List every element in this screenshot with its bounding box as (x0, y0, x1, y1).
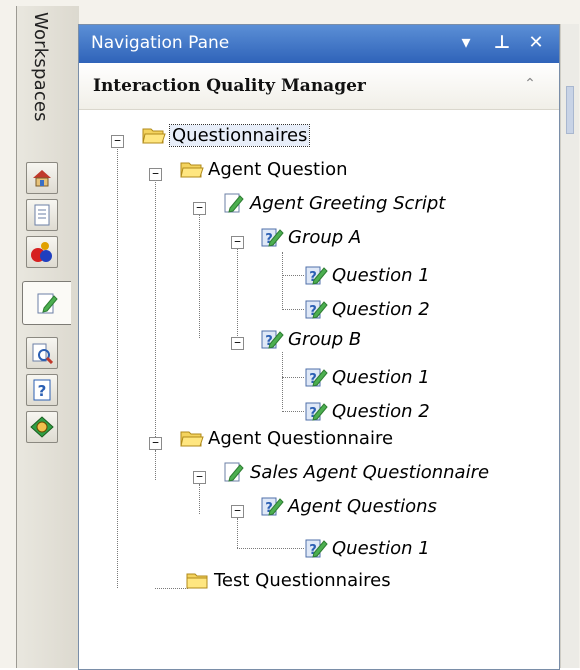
tree-line (155, 588, 188, 589)
tree-line (199, 484, 200, 514)
tree-node-question[interactable]: ? Question 2 (304, 295, 430, 323)
tree-node-folder[interactable]: Agent Question (180, 155, 348, 183)
question-icon: ? (305, 402, 328, 421)
tree-node-questionnaires[interactable]: Questionnaires (142, 121, 311, 149)
expand-collapse-toggle[interactable]: − (149, 437, 162, 450)
tree-node-label: Agent Greeting Script (250, 192, 446, 214)
question-group-icon: ? (261, 497, 284, 516)
tree-node-question[interactable]: ? Question 1 (304, 261, 430, 289)
folder-open-icon (180, 162, 204, 178)
expand-collapse-toggle[interactable]: − (193, 471, 206, 484)
tree-line (282, 275, 304, 276)
tree-line (282, 309, 304, 310)
tree-node-folder[interactable]: Test Questionnaires (186, 566, 391, 594)
expand-collapse-toggle[interactable]: − (231, 236, 244, 249)
tree-node-folder[interactable]: Agent Questionnaire (180, 424, 393, 452)
tree-line (282, 352, 283, 409)
expand-collapse-toggle[interactable]: − (193, 202, 206, 215)
question-group-icon: ? (261, 330, 284, 349)
questionnaire-tree: − Questionnaires − Agent Question − Agen… (0, 0, 580, 668)
tree-node-label: Agent Questions (288, 495, 437, 517)
tree-line (282, 377, 304, 378)
questionnaire-edit-icon (224, 193, 244, 213)
tree-line (237, 548, 304, 549)
tree-node-label: Group B (288, 328, 362, 350)
question-icon: ? (305, 300, 328, 319)
tree-line (117, 142, 118, 588)
expand-collapse-toggle[interactable]: − (231, 337, 244, 350)
tree-node-label: Question 2 (332, 400, 430, 422)
question-icon: ? (305, 266, 328, 285)
tree-node-group[interactable]: ? Group B (260, 325, 361, 353)
tree-line (237, 243, 238, 344)
tree-node-label: Questionnaires (168, 123, 311, 147)
tree-node-label: Question 2 (332, 298, 430, 320)
expand-collapse-toggle[interactable]: − (111, 135, 124, 148)
question-group-icon: ? (261, 228, 284, 247)
tree-node-label: Agent Question (208, 158, 348, 180)
tree-node-label: Question 1 (332, 537, 430, 559)
tree-line (199, 209, 200, 338)
expand-collapse-toggle[interactable]: − (149, 168, 162, 181)
tree-node-label: Test Questionnaires (214, 569, 391, 591)
folder-open-icon (180, 431, 204, 447)
tree-node-questionnaire[interactable]: Agent Greeting Script (222, 189, 445, 217)
tree-node-label: Group A (288, 226, 362, 248)
tree-node-question[interactable]: ? Question 2 (304, 397, 430, 425)
expand-collapse-toggle[interactable]: − (231, 505, 244, 518)
folder-open-icon (142, 128, 166, 144)
question-icon: ? (305, 539, 328, 558)
tree-line (282, 252, 283, 308)
tree-node-label: Question 1 (332, 366, 430, 388)
tree-node-questionnaire[interactable]: Sales Agent Questionnaire (222, 458, 489, 486)
tree-node-label: Agent Questionnaire (208, 427, 394, 449)
folder-icon (186, 573, 208, 589)
tree-node-question[interactable]: ? Question 1 (304, 534, 430, 562)
tree-node-question[interactable]: ? Question 1 (304, 363, 430, 391)
tree-node-label: Sales Agent Questionnaire (250, 461, 490, 483)
question-icon: ? (305, 368, 328, 387)
tree-node-label: Question 1 (332, 264, 430, 286)
tree-line (155, 450, 156, 480)
tree-line (155, 176, 156, 443)
tree-line (237, 518, 238, 548)
tree-node-group[interactable]: ? Group A (260, 223, 361, 251)
questionnaire-edit-icon (224, 462, 244, 482)
tree-line (282, 411, 304, 412)
tree-node-group[interactable]: ? Agent Questions (260, 492, 437, 520)
